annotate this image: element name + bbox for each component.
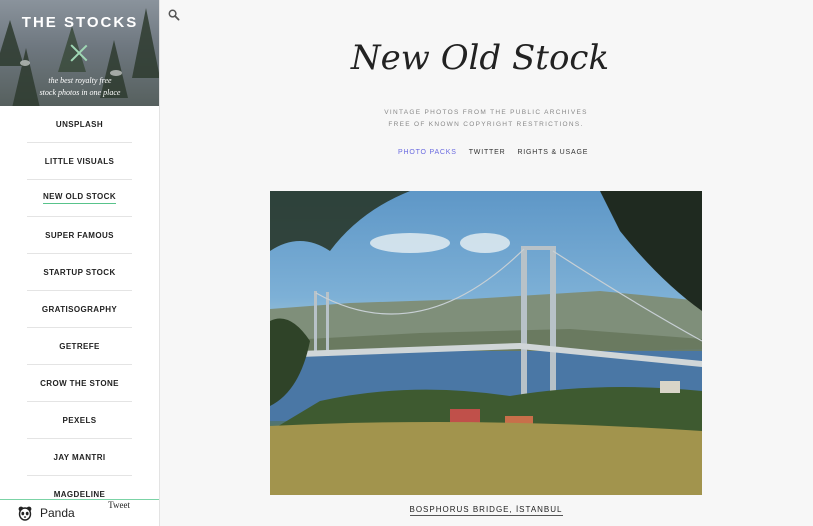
sidebar-item-label: LITTLE VISUALS	[44, 156, 115, 166]
sidebar-item-label: CROW THE STONE	[40, 378, 119, 388]
panda-label: Panda	[40, 506, 75, 520]
sidebar-item-pexels[interactable]: PEXELS	[27, 402, 132, 439]
sidebar-item-label: UNSPLASH	[55, 119, 104, 129]
sidebar-item-label: SUPER FAMOUS	[45, 230, 114, 240]
tagline-line-2: stock photos in one place	[39, 88, 121, 97]
sidebar-item-label: JAY MANTRI	[53, 452, 106, 462]
sidebar-item-label: MAGDELINE	[53, 489, 106, 499]
cross-icon	[70, 44, 88, 62]
sidebar-item-jay-mantri[interactable]: JAY MANTRI	[27, 439, 132, 476]
sidebar-item-new-old-stock[interactable]: NEW OLD STOCK	[27, 180, 132, 217]
subtitle-line-1: VINTAGE PHOTOS FROM THE PUBLIC ARCHIVES	[384, 109, 588, 116]
sidebar-item-gratisography[interactable]: GRATISOGRAPHY	[27, 291, 132, 328]
link-rights-usage[interactable]: RIGHTS & USAGE	[517, 149, 588, 156]
sidebar-item-label: GRATISOGRAPHY	[41, 304, 118, 314]
top-links: PHOTO PACKS TWITTER RIGHTS & USAGE	[398, 149, 588, 156]
sidebar: THE STOCKS the best royalty free stock p…	[0, 0, 160, 526]
sidebar-nav: UNSPLASH LITTLE VISUALS NEW OLD STOCK SU…	[0, 106, 159, 513]
snow-decoration	[20, 60, 30, 66]
search-icon[interactable]	[168, 9, 180, 21]
photo-caption[interactable]: BOSPHORUS BRIDGE, İSTANBUL	[270, 505, 702, 516]
sidebar-item-label: NEW OLD STOCK	[42, 192, 117, 204]
featured-photo[interactable]	[270, 191, 702, 495]
tweet-button[interactable]: Tweet	[108, 500, 130, 510]
link-photo-packs[interactable]: PHOTO PACKS	[398, 149, 457, 156]
sidebar-item-startup-stock[interactable]: STARTUP STOCK	[27, 254, 132, 291]
bridge-illustration	[270, 191, 702, 495]
sidebar-item-crow-the-stone[interactable]: CROW THE STONE	[27, 365, 132, 402]
sidebar-header[interactable]: THE STOCKS the best royalty free stock p…	[0, 0, 159, 106]
sidebar-item-label: STARTUP STOCK	[43, 267, 116, 277]
subtitle-line-2: FREE OF KNOWN COPYRIGHT RESTRICTIONS.	[388, 121, 584, 128]
link-twitter[interactable]: TWITTER	[469, 149, 506, 156]
photo-caption-link[interactable]: BOSPHORUS BRIDGE, İSTANBUL	[409, 505, 563, 516]
sidebar-item-label: PEXELS	[62, 415, 97, 425]
sidebar-item-unsplash[interactable]: UNSPLASH	[27, 106, 132, 143]
sidebar-item-label: GETREFE	[59, 341, 100, 351]
sidebar-item-little-visuals[interactable]: LITTLE VISUALS	[27, 143, 132, 180]
panda-bar[interactable]: Panda Tweet	[0, 499, 159, 526]
panda-icon	[18, 506, 32, 521]
sidebar-item-super-famous[interactable]: SUPER FAMOUS	[27, 217, 132, 254]
sidebar-item-getrefe[interactable]: GETREFE	[27, 328, 132, 365]
site-brand[interactable]: THE STOCKS	[0, 14, 159, 31]
site-tagline: the best royalty free stock photos in on…	[0, 75, 159, 99]
site-logo[interactable]: New Old Stock	[330, 38, 630, 78]
tagline-line-1: the best royalty free	[48, 76, 112, 85]
app-root: THE STOCKS the best royalty free stock p…	[0, 0, 813, 526]
